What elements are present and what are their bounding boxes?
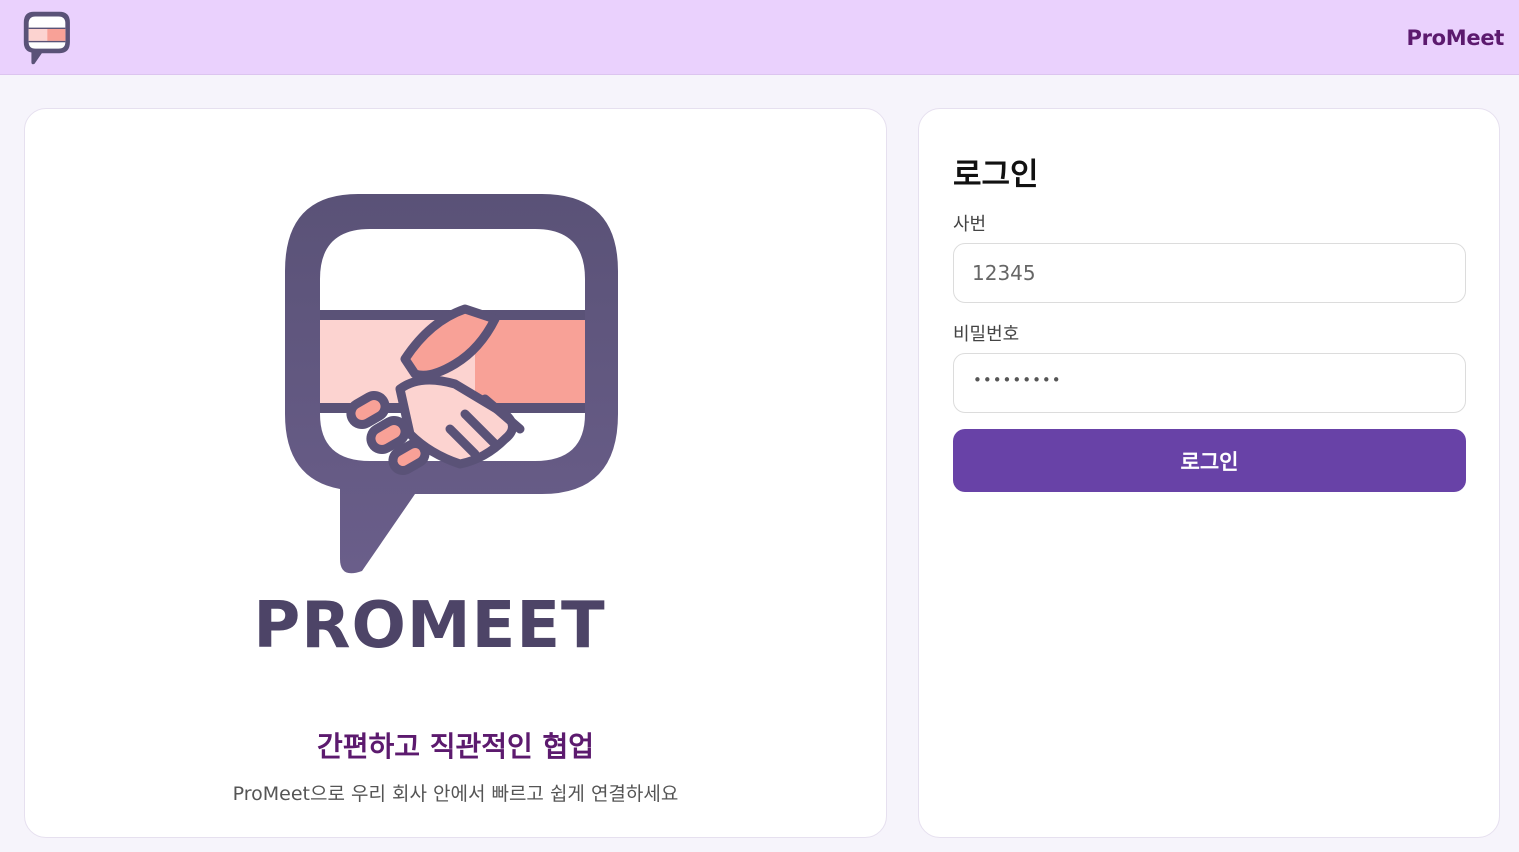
handshake-chat-icon — [285, 194, 618, 574]
wordmark: PROMEET — [253, 589, 606, 663]
employee-id-label: 사번 — [953, 214, 987, 235]
brand-name: ProMeet — [1406, 26, 1505, 50]
hero-card: PROMEET 간편하고 직관적인 협업 ProMeet으로 우리 회사 안에서… — [24, 108, 887, 838]
handshake-chat-icon[interactable] — [21, 11, 73, 65]
hero-subtext: ProMeet으로 우리 회사 안에서 빠르고 쉽게 연결하세요 — [232, 783, 679, 805]
top-bar: ProMeet — [0, 0, 1519, 75]
password-label: 비밀번호 — [953, 324, 1020, 345]
login-card: 로그인 사번 비밀번호 ••••••••• 로그인 — [918, 108, 1500, 838]
hero-tagline: 간편하고 직관적인 협업 — [316, 730, 595, 763]
password-input[interactable] — [953, 353, 1466, 413]
login-title: 로그인 — [953, 157, 1039, 193]
employee-id-input[interactable] — [953, 243, 1466, 303]
login-button[interactable]: 로그인 — [953, 429, 1466, 492]
